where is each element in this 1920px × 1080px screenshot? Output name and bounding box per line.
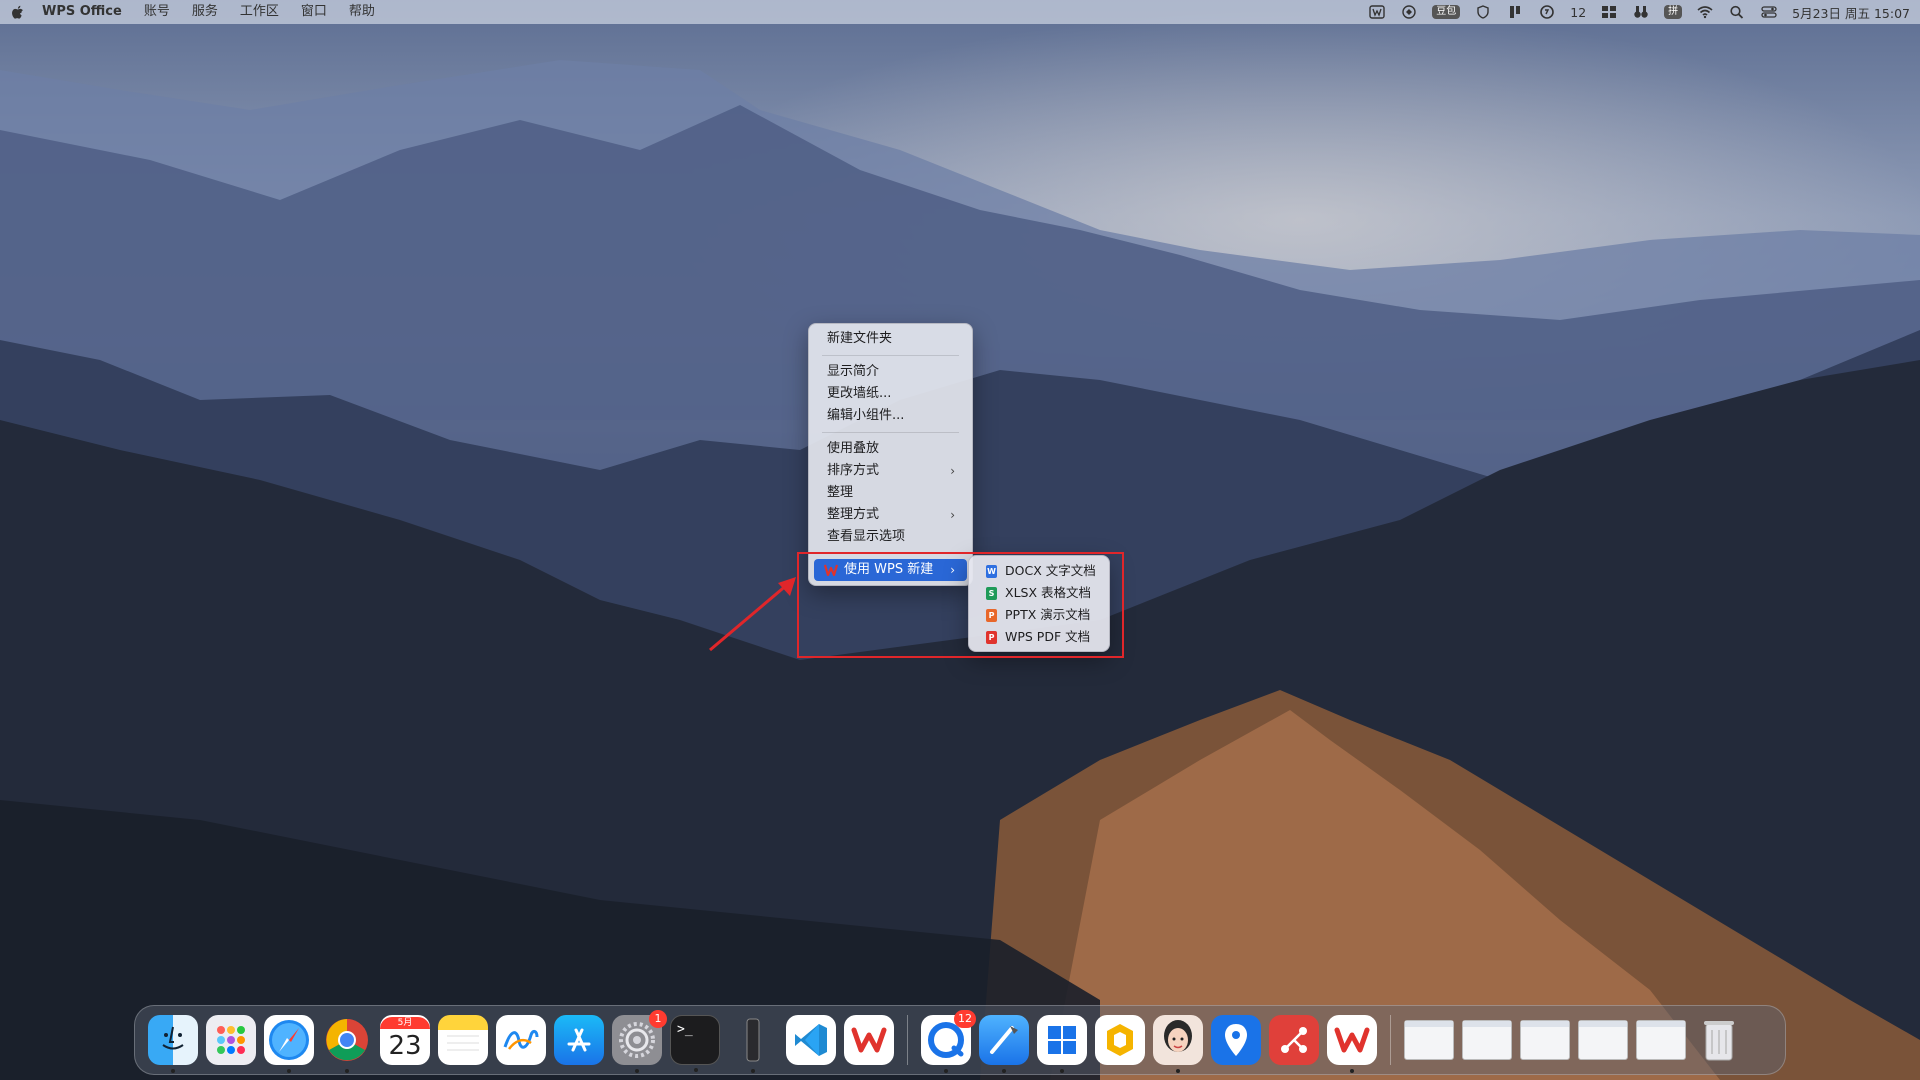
- menu-services[interactable]: 服务: [181, 0, 229, 24]
- notification-counter-icon[interactable]: [1538, 4, 1556, 20]
- minimized-window-thumbnail[interactable]: [1578, 1020, 1628, 1060]
- xcode-icon[interactable]: [979, 1015, 1029, 1073]
- calendar-day: 23: [388, 1031, 422, 1061]
- minimized-window-thumbnail[interactable]: [1636, 1020, 1686, 1060]
- minimized-window-thumbnail[interactable]: [1520, 1020, 1570, 1060]
- binoculars-icon[interactable]: [1632, 4, 1650, 20]
- freeform-icon[interactable]: [496, 1015, 546, 1065]
- finder-icon[interactable]: [148, 1015, 198, 1073]
- running-indicator: [635, 1069, 639, 1073]
- dock-separator: [1390, 1015, 1391, 1065]
- running-indicator: [1350, 1069, 1354, 1073]
- safari-icon[interactable]: [264, 1015, 314, 1073]
- vs-code-icon[interactable]: [786, 1015, 836, 1065]
- menu-item-use-stacks[interactable]: 使用叠放: [814, 438, 967, 460]
- window-grid-icon[interactable]: [1600, 4, 1618, 20]
- chevron-right-icon: ›: [950, 464, 955, 478]
- wifi-icon[interactable]: [1696, 4, 1714, 20]
- notification-count: 12: [1570, 4, 1587, 20]
- doubao-badge[interactable]: 豆包: [1432, 5, 1461, 19]
- menu-item-clean-up-by[interactable]: 整理方式 ›: [814, 504, 967, 526]
- running-indicator: [345, 1069, 349, 1073]
- menubar-clock[interactable]: 5月23日 周五 15:07: [1792, 3, 1910, 22]
- terminal-prompt: >_: [677, 1022, 693, 1037]
- running-indicator: [751, 1069, 755, 1073]
- highlight-box: [797, 552, 1124, 658]
- qq-badge: 12: [954, 1010, 976, 1028]
- menu-item-show-view-options[interactable]: 查看显示选项: [814, 526, 967, 548]
- running-indicator: [944, 1069, 948, 1073]
- menu-item-edit-widgets[interactable]: 编辑小组件...: [814, 405, 967, 427]
- calendar-icon[interactable]: 5月 23: [380, 1015, 430, 1065]
- gitmind-icon[interactable]: [1269, 1015, 1319, 1065]
- menu-bar: WPS Office 账号 服务 工作区 窗口 帮助 豆包 12 拼 5月23日…: [0, 0, 1920, 24]
- terminal-icon[interactable]: >_: [670, 1015, 720, 1072]
- running-indicator: [1060, 1069, 1064, 1073]
- notes-icon[interactable]: [438, 1015, 488, 1065]
- trash-icon[interactable]: [1694, 1015, 1744, 1065]
- menu-workspace[interactable]: 工作区: [229, 0, 290, 24]
- input-method-badge[interactable]: 拼: [1664, 5, 1683, 19]
- chrome-icon[interactable]: [322, 1015, 372, 1073]
- wps-status-icon[interactable]: [1368, 4, 1386, 20]
- windows-app-icon[interactable]: [1037, 1015, 1087, 1073]
- sync-status-icon[interactable]: [1400, 4, 1418, 20]
- menu-item-clean-up[interactable]: 整理: [814, 482, 967, 504]
- running-indicator: [694, 1068, 698, 1072]
- app-store-icon[interactable]: [554, 1015, 604, 1065]
- menu-window[interactable]: 窗口: [290, 0, 338, 24]
- menu-item-change-wallpaper[interactable]: 更改墙纸...: [814, 383, 967, 405]
- avatar-app-icon[interactable]: [1153, 1015, 1203, 1073]
- running-indicator: [1002, 1069, 1006, 1073]
- bookmark-grid-icon[interactable]: [1506, 4, 1524, 20]
- control-center-icon[interactable]: [1760, 4, 1778, 20]
- wps-office-2-icon[interactable]: [1327, 1015, 1377, 1073]
- wps-office-icon[interactable]: [844, 1015, 894, 1065]
- calendar-month: 5月: [380, 1017, 430, 1029]
- menu-separator: [822, 432, 959, 433]
- shield-icon[interactable]: [1474, 4, 1492, 20]
- desktop-context-menu: 新建文件夹 显示简介 更改墙纸... 编辑小组件... 使用叠放 排序方式 › 整…: [808, 323, 973, 586]
- menu-item-new-folder[interactable]: 新建文件夹: [814, 328, 967, 350]
- dock: 5月 23 1 >_ 12: [134, 1005, 1786, 1075]
- menu-item-sort-by[interactable]: 排序方式 ›: [814, 460, 967, 482]
- launchpad-icon[interactable]: [206, 1015, 256, 1065]
- menu-account[interactable]: 账号: [133, 0, 181, 24]
- system-settings-icon[interactable]: 1: [612, 1010, 667, 1073]
- menu-help[interactable]: 帮助: [338, 0, 386, 24]
- minimized-window-thumbnail[interactable]: [1404, 1020, 1454, 1060]
- search-icon[interactable]: [1728, 4, 1746, 20]
- chevron-right-icon: ›: [950, 508, 955, 522]
- running-indicator: [1176, 1069, 1180, 1073]
- running-indicator: [287, 1069, 291, 1073]
- dock-separator: [907, 1015, 908, 1065]
- phone-mirroring-icon[interactable]: [728, 1015, 778, 1073]
- minimized-window-thumbnail[interactable]: [1462, 1020, 1512, 1060]
- settings-badge: 1: [649, 1010, 667, 1028]
- pages-cleaner-icon[interactable]: [1095, 1015, 1145, 1065]
- annotation-arrow-icon: [709, 577, 796, 652]
- qq-browser-icon[interactable]: 12: [921, 1010, 976, 1073]
- app-menu-wps[interactable]: WPS Office: [34, 0, 133, 24]
- apple-icon[interactable]: [0, 4, 34, 20]
- menu-item-get-info[interactable]: 显示简介: [814, 361, 967, 383]
- maps-pin-icon[interactable]: [1211, 1015, 1261, 1065]
- running-indicator: [171, 1069, 175, 1073]
- menu-separator: [822, 355, 959, 356]
